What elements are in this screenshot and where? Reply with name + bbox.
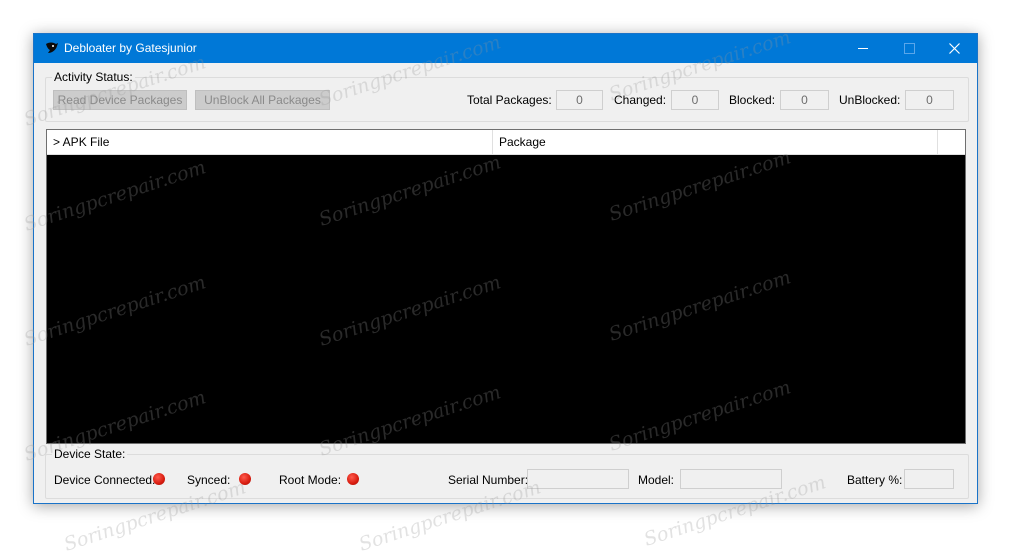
battery-field[interactable] xyxy=(904,469,954,489)
model-label: Model: xyxy=(638,473,675,487)
read-device-packages-button[interactable]: Read Device Packages xyxy=(53,90,187,110)
changed-field[interactable]: 0 xyxy=(671,90,719,110)
title-bar[interactable]: Debloater by Gatesjunior xyxy=(34,34,977,63)
list-header: > APK File Package xyxy=(47,130,965,155)
serial-number-label: Serial Number: xyxy=(448,473,529,487)
blocked-field[interactable]: 0 xyxy=(780,90,829,110)
device-state-group: Device State: Device Connected: Synced: … xyxy=(45,447,969,499)
unblocked-field[interactable]: 0 xyxy=(905,90,954,110)
total-packages-field[interactable]: 0 xyxy=(556,90,603,110)
changed-label: Changed: xyxy=(614,93,667,107)
unblock-all-packages-button[interactable]: UnBlock All Packages xyxy=(195,90,330,110)
column-package[interactable]: Package xyxy=(493,130,938,154)
debloater-window: Debloater by Gatesjunior Activity Status… xyxy=(33,33,978,504)
root-mode-indicator xyxy=(347,473,359,485)
root-mode-label: Root Mode: xyxy=(279,473,342,487)
synced-indicator xyxy=(239,473,251,485)
synced-label: Synced: xyxy=(187,473,231,487)
activity-status-legend: Activity Status: xyxy=(52,70,135,84)
battery-label: Battery %: xyxy=(847,473,903,487)
maximize-icon xyxy=(903,43,915,54)
maximize-button[interactable] xyxy=(886,34,932,63)
column-apk-file[interactable]: > APK File xyxy=(47,130,493,154)
minimize-icon xyxy=(858,48,868,49)
device-connected-label: Device Connected: xyxy=(54,473,156,487)
activity-status-group: Activity Status: Read Device Packages Un… xyxy=(45,70,969,122)
close-button[interactable] xyxy=(931,34,977,63)
device-state-legend: Device State: xyxy=(52,447,128,461)
package-list[interactable]: > APK File Package xyxy=(46,129,966,444)
unblocked-label: UnBlocked: xyxy=(839,93,901,107)
serial-number-field[interactable] xyxy=(527,469,629,489)
minimize-button[interactable] xyxy=(840,34,886,63)
device-connected-indicator xyxy=(153,473,165,485)
total-packages-label: Total Packages: xyxy=(467,93,552,107)
close-icon xyxy=(948,43,960,54)
window-title: Debloater by Gatesjunior xyxy=(64,41,197,55)
app-icon xyxy=(46,42,58,53)
blocked-label: Blocked: xyxy=(729,93,776,107)
model-field[interactable] xyxy=(680,469,782,489)
